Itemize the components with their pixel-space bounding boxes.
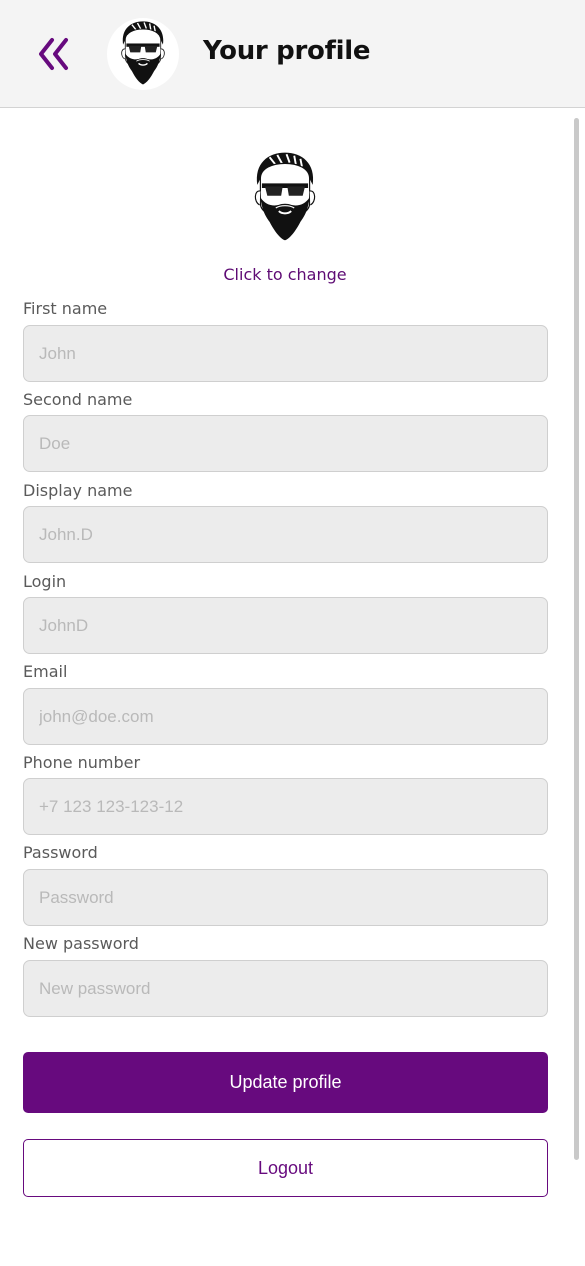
scrollbar[interactable] bbox=[574, 118, 579, 1160]
double-chevron-left-icon bbox=[39, 38, 68, 70]
login-input[interactable] bbox=[23, 597, 548, 654]
first-name-label: First name bbox=[23, 299, 108, 318]
change-avatar-link[interactable]: Click to change bbox=[0, 265, 570, 284]
bearded-man-avatar-icon[interactable] bbox=[246, 148, 324, 248]
new-password-input[interactable] bbox=[23, 960, 548, 1017]
new-password-label: New password bbox=[23, 934, 139, 953]
login-label: Login bbox=[23, 572, 67, 591]
bearded-man-avatar-icon bbox=[115, 18, 171, 90]
back-button[interactable] bbox=[36, 36, 76, 72]
second-name-input[interactable] bbox=[23, 415, 548, 472]
phone-number-input[interactable] bbox=[23, 778, 548, 835]
app-header: Your profile bbox=[0, 0, 585, 108]
second-name-label: Second name bbox=[23, 390, 133, 409]
display-name-input[interactable] bbox=[23, 506, 548, 563]
phone-number-label: Phone number bbox=[23, 753, 141, 772]
page-title: Your profile bbox=[203, 36, 371, 66]
header-avatar[interactable] bbox=[107, 18, 179, 90]
password-input[interactable] bbox=[23, 869, 548, 926]
update-profile-button[interactable]: Update profile bbox=[23, 1052, 548, 1113]
first-name-input[interactable] bbox=[23, 325, 548, 382]
password-label: Password bbox=[23, 843, 98, 862]
email-input[interactable] bbox=[23, 688, 548, 745]
email-label: Email bbox=[23, 662, 68, 681]
logout-button[interactable]: Logout bbox=[23, 1139, 548, 1197]
display-name-label: Display name bbox=[23, 481, 133, 500]
